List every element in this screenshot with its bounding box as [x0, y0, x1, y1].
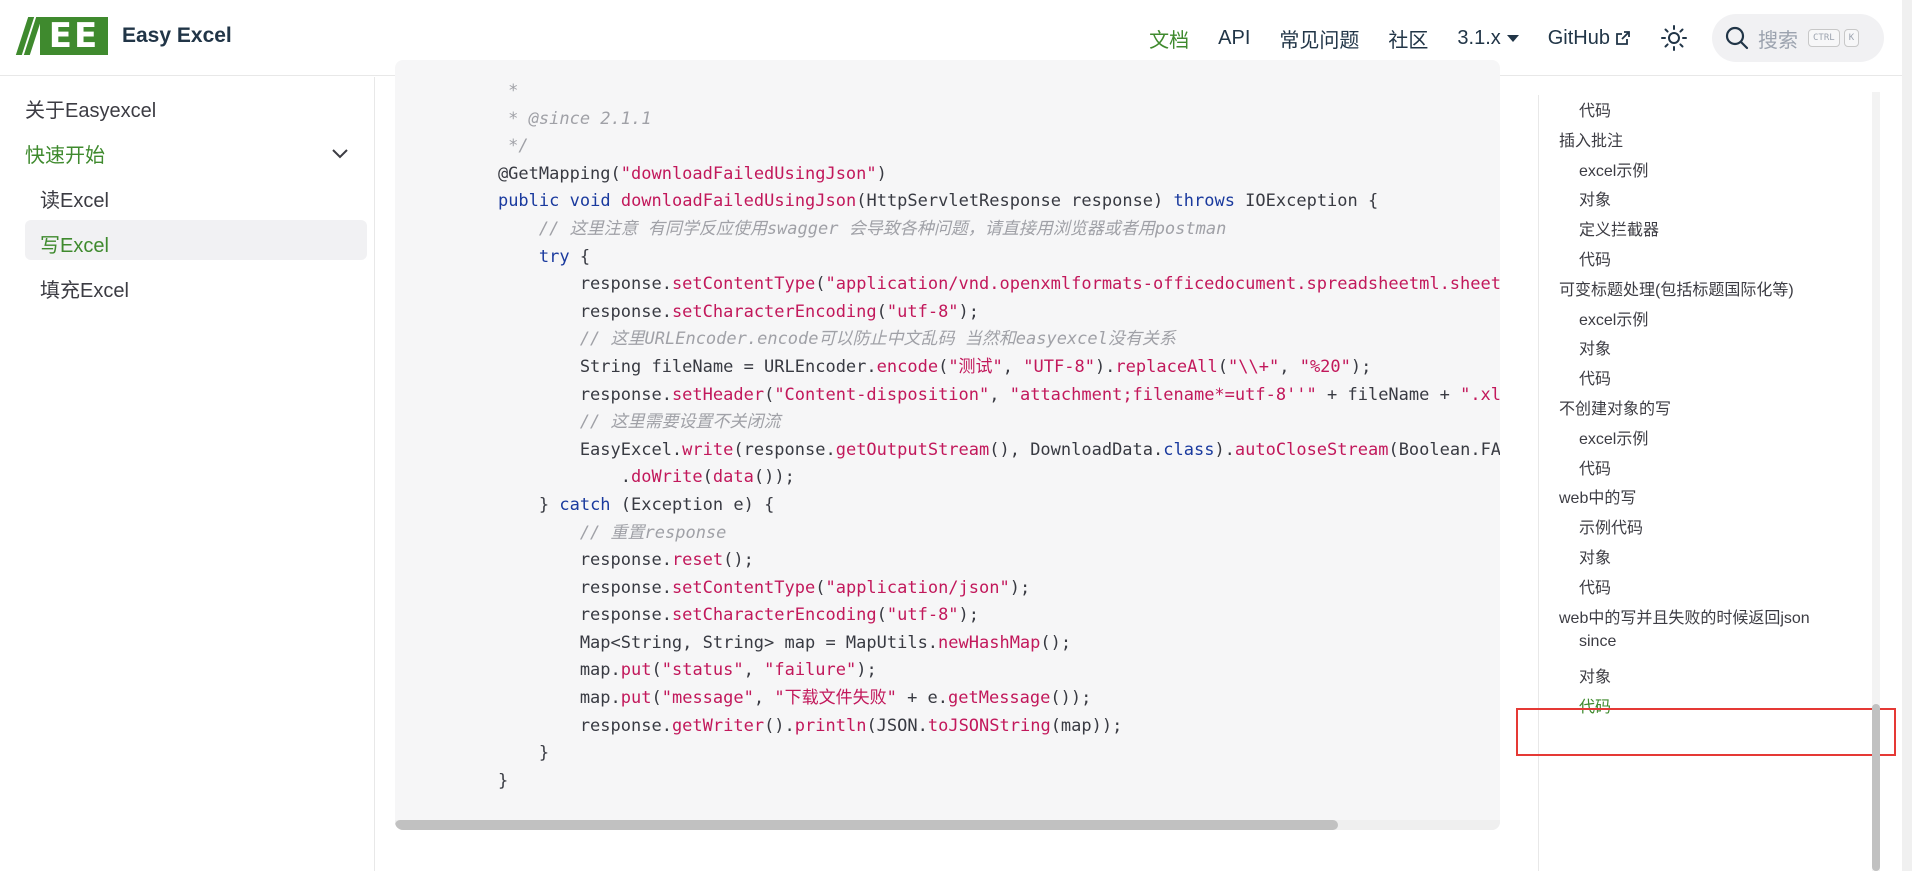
chevron-down-icon[interactable] — [330, 143, 350, 163]
toc-subsection-link[interactable]: 代码 — [1579, 455, 1611, 479]
sidebar-item-fill-excel[interactable]: 填充Excel — [40, 274, 129, 303]
code-line: public void downloadFailedUsingJson(Http… — [497, 191, 1379, 212]
nav-faq[interactable]: 常见问题 — [1279, 24, 1359, 53]
code-line: @GetMapping("downloadFailedUsingJson") — [457, 163, 887, 184]
logo-mark: EE — [40, 17, 108, 55]
sidebar-item-read-excel[interactable]: 读Excel — [40, 184, 109, 213]
search-button[interactable]: 搜索 CTRL K — [1712, 14, 1884, 62]
code-line: .doWrite(data()); — [457, 467, 795, 488]
code-line: * — [457, 81, 529, 101]
sidebar-item-about[interactable]: 关于Easyexcel — [25, 94, 156, 123]
code-line: map.put("message", "下载文件失败" + e.getMessa… — [457, 688, 1092, 709]
toc-subsection-link[interactable]: 示例代码 — [1579, 514, 1643, 538]
sidebar-item-write-excel[interactable]: 写Excel — [40, 229, 109, 258]
sun-icon[interactable] — [1660, 24, 1688, 52]
search-placeholder: 搜索 — [1758, 29, 1798, 52]
toc-subsection-link[interactable]: 定义拦截器 — [1579, 216, 1659, 240]
kbd-ctrl: CTRL — [1808, 29, 1840, 47]
toc-subsection-link[interactable]: 代码 — [1579, 574, 1611, 598]
toc-section-link[interactable]: 不创建对象的写 — [1559, 395, 1671, 419]
code-line: // 这里需要设置不关闭流 — [457, 412, 781, 433]
code-line: response.setContentType("application/vnd… — [457, 274, 1500, 295]
code-line: Map<String, String> map = MapUtils.newHa… — [457, 632, 1072, 653]
code-line: } catch (Exception e) { — [457, 494, 775, 515]
code-line: response.getWriter().println(JSON.toJSON… — [457, 715, 1123, 736]
toc-subsection-link[interactable]: 对象 — [1579, 335, 1611, 359]
toc-section-link[interactable]: web中的写并且失败的时候返回json — [1559, 604, 1810, 628]
brand-link[interactable]: EE Easy Excel — [15, 17, 232, 55]
toc-section-link[interactable]: web中的写 — [1559, 484, 1636, 508]
caret-down-icon — [1506, 34, 1519, 42]
code-line: response.setContentType("application/jso… — [457, 577, 1031, 598]
nav-api[interactable]: API — [1218, 27, 1250, 50]
code-line: String fileName = URLEncoder.encode("测试"… — [457, 356, 1372, 377]
toc-subsection-link[interactable]: 代码 — [1579, 246, 1611, 270]
code-line: // 重置response — [457, 522, 727, 543]
code-line: } — [457, 770, 509, 791]
page-scrollbar[interactable] — [1902, 0, 1912, 871]
toc-subsection-link[interactable]: excel示例 — [1579, 306, 1648, 330]
github-label: GitHub — [1547, 26, 1610, 49]
nav-community[interactable]: 社区 — [1388, 24, 1428, 53]
nav-version-dropdown[interactable]: 3.1.x — [1457, 26, 1519, 50]
code-content: * * @since 2.1.1 */ @GetMapping("downloa… — [457, 78, 1500, 795]
nav-docs[interactable]: 文档 — [1149, 24, 1189, 53]
brand-name: Easy Excel — [122, 24, 232, 47]
search-shortcut: CTRL K — [1808, 29, 1860, 47]
toc-scroll-thumb[interactable] — [1872, 704, 1880, 871]
search-icon — [1725, 26, 1749, 50]
highlight-box — [1516, 708, 1896, 756]
toc-subsection-link[interactable]: 代码 — [1579, 97, 1611, 121]
version-label: 3.1.x — [1457, 26, 1501, 49]
code-line: // 这里注意 有同学反应使用swagger 会导致各种问题，请直接用浏览器或者… — [457, 218, 1227, 239]
nav-github[interactable]: GitHub — [1548, 27, 1631, 50]
toc-subsection-link[interactable]: 对象 — [1579, 544, 1611, 568]
code-hscroll-thumb[interactable] — [395, 820, 1338, 830]
code-line: * @since 2.1.1 — [457, 108, 652, 129]
sidebar-item-quick-start[interactable]: 快速开始 — [25, 139, 105, 168]
easyexcel-logo: EE — [15, 17, 108, 55]
code-line: response.setCharacterEncoding("utf-8"); — [457, 301, 980, 322]
code-block: * * @since 2.1.1 */ @GetMapping("downloa… — [395, 60, 1500, 830]
code-line: response.setCharacterEncoding("utf-8"); — [457, 605, 980, 626]
toc-subsection-link[interactable]: 对象 — [1579, 663, 1611, 687]
code-line: response.setHeader("Content-disposition"… — [457, 384, 1500, 405]
sidebar: 关于Easyexcel 快速开始 读Excel 写Excel 填充Excel — [0, 77, 375, 871]
code-line: // 这里URLEncoder.encode可以防止中文乱码 当然和easyex… — [457, 329, 1176, 350]
code-line: EasyExcel.write(response.getOutputStream… — [457, 439, 1500, 460]
code-line: } — [457, 743, 550, 764]
code-line: try { — [538, 246, 591, 267]
code-line: map.put("status", "failure"); — [457, 660, 877, 681]
toc-subsection-link[interactable]: 对象 — [1579, 186, 1611, 210]
external-link-icon — [1616, 31, 1630, 45]
toc-section-link[interactable]: 可变标题处理(包括标题国际化等) — [1559, 276, 1794, 300]
toc-subsection-link[interactable]: excel示例 — [1579, 157, 1648, 181]
kbd-k: K — [1843, 29, 1860, 47]
toc-subsection-link[interactable]: excel示例 — [1579, 425, 1648, 449]
toc-subsection-link[interactable]: since — [1579, 633, 1616, 651]
toc-section-link[interactable]: 插入批注 — [1559, 127, 1623, 151]
code-line: */ — [457, 136, 529, 157]
code-line: response.reset(); — [457, 550, 754, 571]
toc-subsection-link[interactable]: 代码 — [1579, 365, 1611, 389]
